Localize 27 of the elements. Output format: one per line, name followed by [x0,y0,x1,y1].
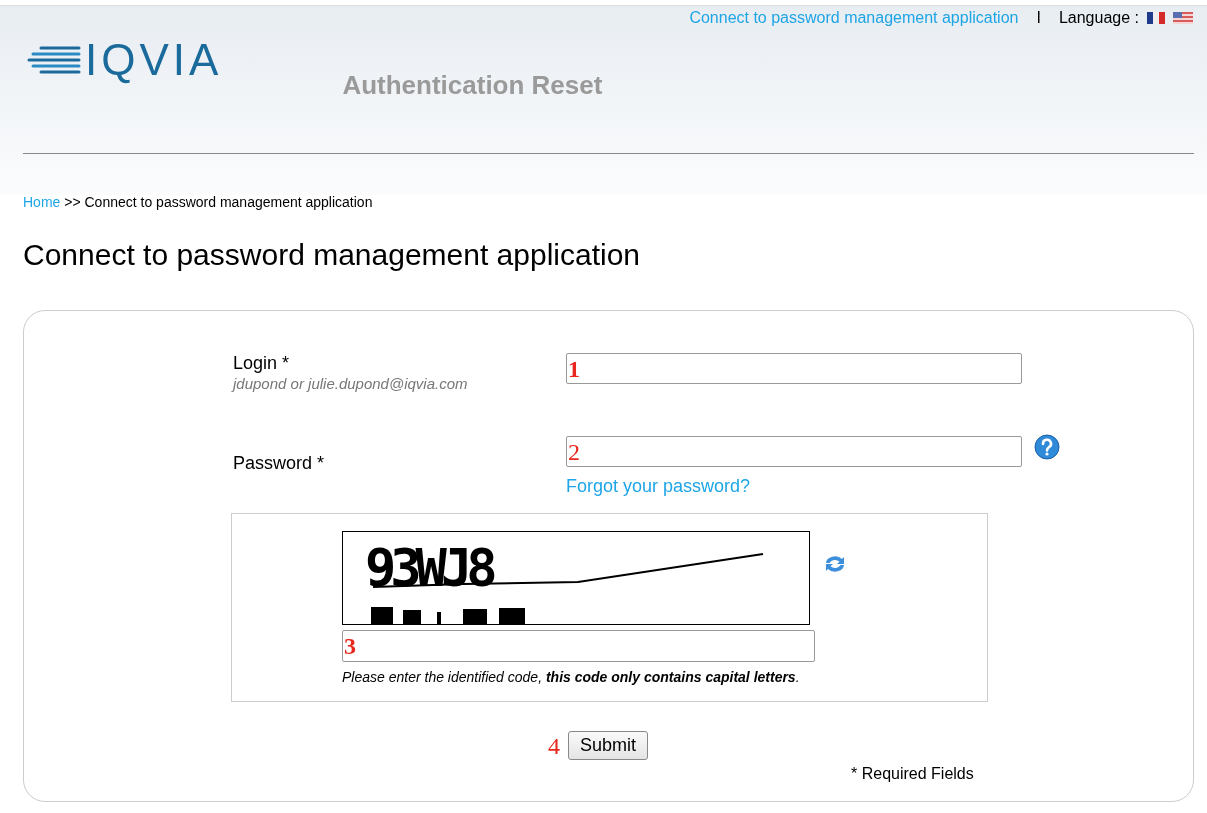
field-label: Password * [233,453,325,473]
password-field[interactable]: 2 [566,436,1022,467]
captcha-field[interactable]: 3 [342,630,815,662]
captcha-instructions: Please enter the identified code, this code only contains capital letters. [342,669,801,685]
top-nav-link[interactable]: Connect to password management application [689,9,1019,27]
logo-text: IQVIA [85,38,223,82]
captcha-code: 93WJ8 [365,542,492,594]
logo-lines-icon [27,45,81,75]
required-fields-note: * Required Fields [851,765,975,783]
annotation-number: 3 [344,634,356,658]
forgot-password-link[interactable]: Forgot your password? [566,476,1060,497]
annotation-number: 4 [548,733,560,758]
help-icon[interactable] [1034,434,1060,460]
us-flag-icon[interactable] [1173,12,1193,24]
french-flag-icon[interactable] [1147,12,1165,24]
field-label: Login * [233,353,290,373]
annotation-number: 2 [568,440,580,464]
login-field[interactable]: 1 [566,353,1022,384]
annotation-number: 1 [568,357,580,381]
page-header-title: Authentication Reset [342,70,603,101]
breadcrumb-current: >> Connect to password management application [64,194,373,210]
field-hint: jdupond or julie.dupond@iqvia.com [233,375,469,392]
separator-text: I [1036,9,1041,27]
breadcrumb-link[interactable]: Home [23,194,61,210]
submit-button[interactable]: Submit [568,731,649,760]
language-label: Language : [1058,9,1139,27]
page-heading: Connect to password management application [23,238,642,272]
